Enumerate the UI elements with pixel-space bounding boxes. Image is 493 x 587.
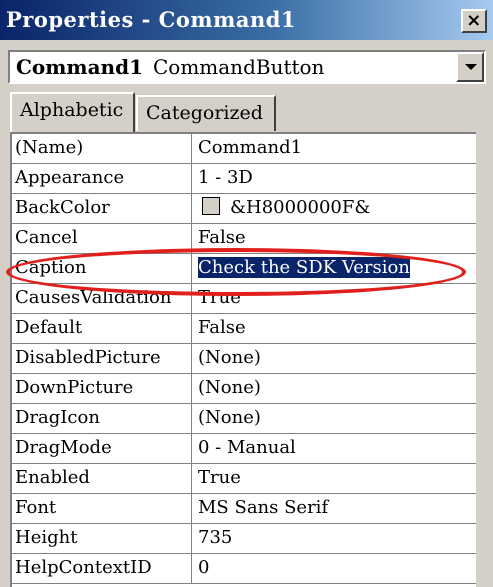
property-row[interactable]: Font MS Sans Serif <box>12 494 476 524</box>
property-value-text: True <box>198 287 241 308</box>
title-bar: Properties - Command1 × <box>0 0 493 40</box>
property-value[interactable]: False <box>192 224 476 253</box>
property-value[interactable]: 0 <box>192 554 476 583</box>
property-row[interactable]: HelpContextID 0 <box>12 554 476 584</box>
property-row[interactable]: DragMode 0 - Manual <box>12 434 476 464</box>
property-value[interactable]: MS Sans Serif <box>192 494 476 523</box>
property-row[interactable]: DragIcon (None) <box>12 404 476 434</box>
property-value-text: True <box>198 467 241 488</box>
property-name: Caption <box>12 254 192 283</box>
tab-alphabetic[interactable]: Alphabetic <box>10 92 135 132</box>
property-value[interactable]: Command1 <box>192 134 476 163</box>
object-type: CommandButton <box>152 55 325 79</box>
property-value-text: Check the SDK Version <box>198 257 410 278</box>
property-value[interactable]: (None) <box>192 404 476 433</box>
property-name: CausesValidation <box>12 284 192 313</box>
property-name: Enabled <box>12 464 192 493</box>
property-row[interactable]: Cancel False <box>12 224 476 254</box>
properties-window: Properties - Command1 × Command1 CommandB… <box>0 0 493 587</box>
close-icon[interactable]: × <box>461 9 487 33</box>
property-value[interactable]: 0 - Manual <box>192 434 476 463</box>
property-value-text: (None) <box>198 407 261 428</box>
property-value-text: False <box>198 317 246 338</box>
property-row[interactable]: Appearance 1 - 3D <box>12 164 476 194</box>
property-value-text: 1 - 3D <box>198 167 253 188</box>
property-name: (Name) <box>12 134 192 163</box>
property-value[interactable]: Check the SDK Version <box>192 254 476 283</box>
property-value-text: 0 <box>198 557 210 578</box>
object-selector-combo[interactable]: Command1 CommandButton <box>8 50 486 84</box>
window-title: Properties - Command1 <box>6 7 297 32</box>
property-grid: (Name) Command1 Appearance 1 - 3D BackColor &… <box>10 132 476 587</box>
property-value[interactable]: 735 <box>192 524 476 553</box>
property-value[interactable]: &H8000000F& <box>192 194 476 223</box>
property-name: DownPicture <box>12 374 192 403</box>
property-name: DisabledPicture <box>12 344 192 373</box>
chevron-down-icon[interactable] <box>456 52 484 82</box>
property-value-text: MS Sans Serif <box>198 497 329 518</box>
property-row[interactable]: Caption Check the SDK Version <box>12 254 476 284</box>
property-value[interactable]: False <box>192 314 476 343</box>
color-swatch-icon <box>202 197 220 215</box>
property-name: BackColor <box>12 194 192 223</box>
property-value[interactable]: (None) <box>192 374 476 403</box>
property-name: Cancel <box>12 224 192 253</box>
property-row[interactable]: BackColor &H8000000F& <box>12 194 476 224</box>
property-name: Font <box>12 494 192 523</box>
property-value-text: &H8000000F& <box>230 197 371 218</box>
property-value-text: 735 <box>198 527 233 548</box>
property-name: DragIcon <box>12 404 192 433</box>
property-row[interactable]: Enabled True <box>12 464 476 494</box>
property-name: Height <box>12 524 192 553</box>
property-row[interactable]: CausesValidation True <box>12 284 476 314</box>
property-name: HelpContextID <box>12 554 192 583</box>
object-name: Command1 <box>16 55 143 79</box>
property-row[interactable]: DisabledPicture (None) <box>12 344 476 374</box>
property-name: Default <box>12 314 192 343</box>
property-value-text: (None) <box>198 347 261 368</box>
property-value-text: Command1 <box>198 137 303 158</box>
property-value-text: False <box>198 227 246 248</box>
property-name: Appearance <box>12 164 192 193</box>
property-value[interactable]: True <box>192 464 476 493</box>
property-value[interactable]: 1 - 3D <box>192 164 476 193</box>
property-value-text: (None) <box>198 377 261 398</box>
property-row[interactable]: (Name) Command1 <box>12 134 476 164</box>
property-row[interactable]: DownPicture (None) <box>12 374 476 404</box>
property-name: DragMode <box>12 434 192 463</box>
property-value[interactable]: (None) <box>192 344 476 373</box>
property-value-text: 0 - Manual <box>198 437 296 458</box>
tab-categorized[interactable]: Categorized <box>136 95 276 131</box>
property-value[interactable]: True <box>192 284 476 313</box>
property-row[interactable]: Height 735 <box>12 524 476 554</box>
property-row[interactable]: Default False <box>12 314 476 344</box>
